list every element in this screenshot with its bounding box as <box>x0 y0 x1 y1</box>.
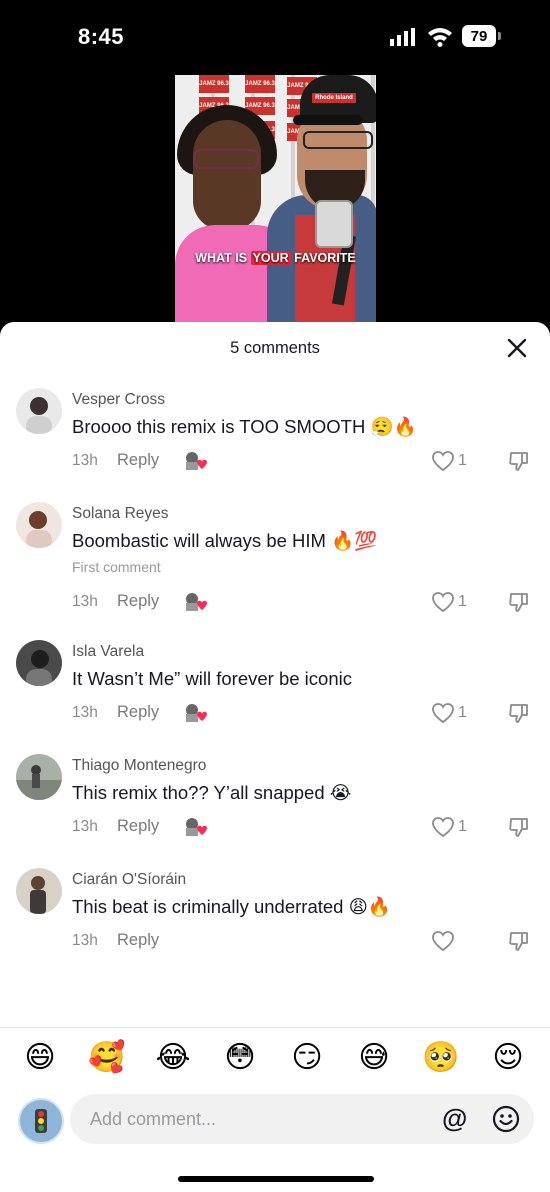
status-time: 8:45 <box>78 24 125 49</box>
avatar[interactable] <box>16 868 62 914</box>
emoji-grinning[interactable]: 😄 <box>20 1038 60 1078</box>
emoji-smiling-hearts[interactable]: 🥰 <box>87 1038 127 1078</box>
reply-button[interactable]: Reply <box>117 931 159 950</box>
comment-author[interactable]: Ciarán O'Síoráin <box>72 871 186 889</box>
comment-text: This beat is criminally underrated 😩🔥 <box>72 896 391 917</box>
battery-tip <box>498 32 501 40</box>
battery-level: 79 <box>462 25 496 47</box>
comment-text: Boombastic will always be HIM 🔥💯 <box>72 530 378 551</box>
emoji-pleading[interactable]: 🥺 <box>421 1038 461 1078</box>
caption-highlight: YOUR <box>250 251 291 265</box>
comment-time: 13h <box>72 932 98 949</box>
cellular-signal-icon <box>390 28 415 46</box>
comment-author[interactable]: Isla Varela <box>72 643 144 661</box>
video-caption: WHAT IS YOUR FAVORITE <box>175 251 376 265</box>
caption-suffix: FAVORITE <box>290 251 356 265</box>
emoji-flushed[interactable]: 😳 <box>220 1038 260 1078</box>
heart-icon[interactable] <box>431 816 455 838</box>
avatar[interactable] <box>16 640 62 686</box>
backdrop-logo: JAMZ 96.3 <box>199 75 229 93</box>
video-player[interactable]: JAMZ 96.3 JAMZ 96.3 JAMZ 96.3 JAMZ 96.3 … <box>175 75 376 335</box>
mention-button[interactable]: @ <box>442 1103 467 1134</box>
heart-icon[interactable] <box>431 930 455 952</box>
comment-text: Broooo this remix is TOO SMOOTH 😮‍💨🔥 <box>72 416 417 437</box>
avatar[interactable] <box>16 388 62 434</box>
comments-sheet: 5 comments Vesper Cross Broooo this remi… <box>0 322 550 1192</box>
emoji-relieved[interactable]: 😌 <box>488 1038 528 1078</box>
reply-button[interactable]: Reply <box>117 703 159 722</box>
cap-logo: Rhode Island <box>312 93 356 103</box>
like-count: 1 <box>458 818 467 835</box>
like-count: 1 <box>458 704 467 721</box>
my-avatar[interactable] <box>18 1098 64 1144</box>
heart-icon[interactable] <box>431 450 455 472</box>
comment-text: This remix tho?? Y’all snapped 😭 <box>72 782 352 803</box>
home-indicator <box>178 1176 374 1182</box>
creator-liked-icon <box>186 452 207 470</box>
first-comment-label: First comment <box>72 559 161 575</box>
dislike-icon[interactable] <box>508 450 530 472</box>
creator-liked-icon <box>186 704 207 722</box>
wifi-icon <box>428 28 452 47</box>
dislike-icon[interactable] <box>508 591 530 613</box>
reply-button[interactable]: Reply <box>117 817 159 836</box>
backdrop-logo: JAMZ 96.3 <box>245 75 275 93</box>
heart-icon[interactable] <box>431 702 455 724</box>
emoji-tears-of-joy[interactable]: 😂 <box>153 1038 193 1078</box>
comment-time: 13h <box>72 593 98 610</box>
caption-prefix: WHAT IS <box>195 251 251 265</box>
avatar[interactable] <box>16 754 62 800</box>
creator-liked-icon <box>186 593 207 611</box>
comment-input-box[interactable]: @ <box>70 1094 534 1144</box>
heart-icon[interactable] <box>431 591 455 613</box>
composer-divider <box>0 1027 550 1028</box>
comment-author[interactable]: Solana Reyes <box>72 505 169 523</box>
dislike-icon[interactable] <box>508 702 530 724</box>
like-count: 1 <box>458 593 467 610</box>
like-count: 1 <box>458 452 467 469</box>
microphone <box>315 200 353 248</box>
avatar[interactable] <box>16 502 62 548</box>
comments-count-title: 5 comments <box>230 339 320 357</box>
close-icon[interactable] <box>505 336 529 360</box>
emoji-smirk[interactable]: 😏 <box>287 1038 327 1078</box>
creator-liked-icon <box>186 818 207 836</box>
emoji-picker-icon[interactable] <box>492 1105 520 1133</box>
status-bar: 8:45 79 <box>0 0 550 70</box>
dislike-icon[interactable] <box>508 930 530 952</box>
comment-author[interactable]: Vesper Cross <box>72 391 165 409</box>
quick-emoji-bar: 😄 🥰 😂 😳 😏 😅 🥺 😌 <box>0 1038 550 1082</box>
man-glasses <box>303 131 373 149</box>
woman-glasses <box>193 149 259 169</box>
reply-button[interactable]: Reply <box>117 451 159 470</box>
man-cap-brim <box>293 115 363 125</box>
reply-button[interactable]: Reply <box>117 592 159 611</box>
comment-text: It Wasn’t Me” will forever be iconic <box>72 668 352 689</box>
comment-author[interactable]: Thiago Montenegro <box>72 757 206 775</box>
comment-time: 13h <box>72 818 98 835</box>
dislike-icon[interactable] <box>508 816 530 838</box>
comment-input[interactable] <box>90 1094 420 1144</box>
comment-time: 13h <box>72 452 98 469</box>
woman-face <box>193 120 261 230</box>
comment-time: 13h <box>72 704 98 721</box>
emoji-sweat-smile[interactable]: 😅 <box>354 1038 394 1078</box>
